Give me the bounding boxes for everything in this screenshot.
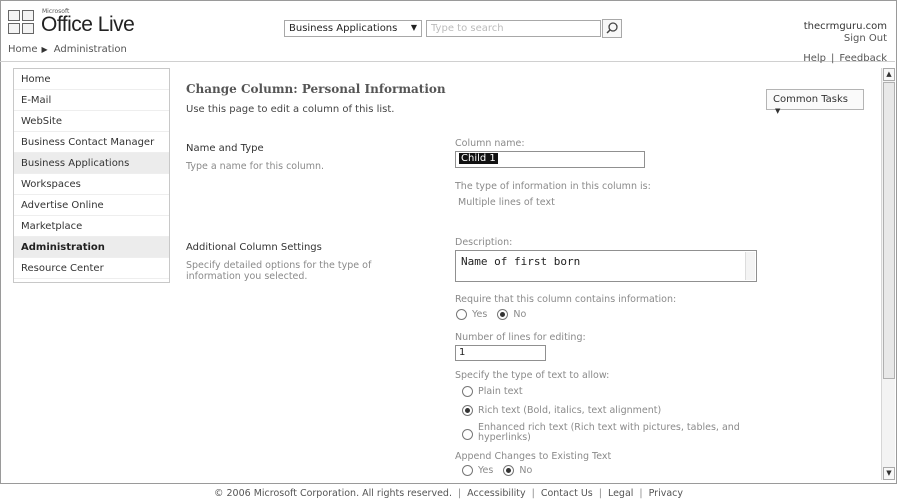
divider: | bbox=[531, 488, 535, 499]
dropdown-arrow-icon: ▼ bbox=[410, 23, 417, 32]
require-yes-label: Yes bbox=[472, 309, 488, 320]
require-radio-group: Yes No bbox=[456, 309, 536, 320]
section-desc-name-type: Type a name for this column. bbox=[186, 161, 325, 172]
sidebar: Home E-Mail WebSite Business Contact Man… bbox=[13, 68, 170, 283]
header-links: Help | Feedback bbox=[803, 53, 887, 65]
type-info-label: The type of information in this column i… bbox=[455, 181, 651, 192]
divider: | bbox=[457, 488, 462, 499]
breadcrumb: Home ▶ Administration bbox=[8, 44, 127, 55]
sidebar-item-marketplace[interactable]: Marketplace bbox=[14, 216, 169, 237]
description-textarea[interactable]: Name of first born bbox=[455, 250, 757, 282]
require-label: Require that this column contains inform… bbox=[455, 294, 677, 305]
page-scrollbar[interactable]: ▲ ▼ bbox=[881, 68, 895, 480]
textarea-scrollbar[interactable] bbox=[745, 252, 755, 280]
user-area: thecrmguru.com Sign Out Help | Feedback bbox=[803, 21, 887, 64]
sidebar-item-administration[interactable]: Administration bbox=[14, 237, 169, 258]
section-desc-line-1: Specify detailed options for the type of bbox=[186, 260, 372, 271]
footer-link-privacy[interactable]: Privacy bbox=[649, 488, 683, 499]
main-content: Change Column: Personal Information Use … bbox=[178, 68, 881, 480]
sidebar-item-business-applications[interactable]: Business Applications bbox=[14, 153, 169, 174]
rich-text-option: Rich text (Bold, italics, text alignment… bbox=[462, 405, 661, 416]
office-logo-icon bbox=[8, 10, 36, 36]
section-title-name-type: Name and Type bbox=[186, 143, 264, 154]
column-name-input[interactable]: Child 1 bbox=[455, 151, 645, 168]
breadcrumb-arrow-icon: ▶ bbox=[41, 45, 48, 54]
require-no-radio[interactable] bbox=[497, 309, 509, 320]
search-scope-value: Business Applications bbox=[289, 23, 398, 34]
divider: | bbox=[639, 488, 643, 499]
footer-link-contact-us[interactable]: Contact Us bbox=[541, 488, 593, 499]
plain-text-radio[interactable] bbox=[462, 386, 473, 397]
header: Microsoft Office Live Home ▶ Administratio… bbox=[0, 0, 895, 64]
footer-link-legal[interactable]: Legal bbox=[608, 488, 633, 499]
require-yes-radio[interactable] bbox=[456, 309, 467, 320]
column-name-label: Column name: bbox=[455, 138, 525, 149]
section-desc-line-2: information you selected. bbox=[186, 271, 308, 282]
rich-text-radio[interactable] bbox=[462, 405, 473, 416]
sidebar-item-advertise-online[interactable]: Advertise Online bbox=[14, 195, 169, 216]
append-label: Append Changes to Existing Text bbox=[455, 451, 612, 462]
footer-link-accessibility[interactable]: Accessibility bbox=[467, 488, 525, 499]
page-title: Change Column: Personal Information bbox=[186, 82, 446, 96]
enhanced-text-option bbox=[462, 429, 478, 440]
append-no-label: No bbox=[519, 465, 533, 476]
help-link[interactable]: Help bbox=[803, 53, 826, 64]
lines-value: 1 bbox=[459, 347, 466, 358]
breadcrumb-home[interactable]: Home bbox=[8, 44, 38, 55]
lines-input[interactable]: 1 bbox=[455, 345, 546, 361]
plain-text-label: Plain text bbox=[478, 386, 523, 397]
lines-label: Number of lines for editing: bbox=[455, 332, 586, 343]
common-tasks-label: Common Tasks bbox=[773, 94, 849, 105]
type-info-value: Multiple lines of text bbox=[458, 197, 555, 208]
scroll-up-icon[interactable]: ▲ bbox=[883, 68, 895, 81]
common-tasks-button[interactable]: Common Tasks ▼ bbox=[766, 89, 864, 115]
rich-text-label: Rich text (Bold, italics, text alignment… bbox=[478, 405, 662, 416]
append-yes-radio[interactable] bbox=[462, 465, 473, 476]
section-title-additional: Additional Column Settings bbox=[186, 242, 322, 253]
page-subtitle: Use this page to edit a column of this l… bbox=[186, 104, 395, 115]
description-label: Description: bbox=[455, 237, 513, 248]
sidebar-item-workspaces[interactable]: Workspaces bbox=[14, 174, 169, 195]
search-scope-select[interactable]: Business Applications ▼ bbox=[284, 20, 422, 37]
search-input[interactable]: Type to search bbox=[426, 20, 601, 37]
description-value: Name of first born bbox=[461, 255, 581, 268]
enhanced-text-label-2: hyperlinks) bbox=[478, 432, 531, 443]
enhanced-text-radio[interactable] bbox=[462, 429, 473, 440]
search-button[interactable] bbox=[602, 19, 622, 38]
sidebar-item-home[interactable]: Home bbox=[14, 69, 169, 90]
sidebar-item-business-contact-manager[interactable]: Business Contact Manager bbox=[14, 132, 169, 153]
text-type-label: Specify the type of text to allow: bbox=[455, 370, 610, 381]
scroll-down-icon[interactable]: ▼ bbox=[883, 467, 895, 480]
append-radio-group: Yes No bbox=[462, 465, 542, 476]
divider: | bbox=[598, 488, 602, 499]
user-name: thecrmguru.com bbox=[803, 21, 887, 32]
append-no-radio[interactable] bbox=[503, 465, 515, 476]
breadcrumb-administration[interactable]: Administration bbox=[54, 44, 127, 55]
chevron-down-icon: ▼ bbox=[775, 107, 781, 115]
logo-text: Office Live bbox=[41, 13, 135, 36]
copyright-text: © 2006 Microsoft Corporation. All rights… bbox=[213, 488, 452, 499]
sidebar-item-resource-center[interactable]: Resource Center bbox=[14, 258, 169, 279]
column-name-value: Child 1 bbox=[459, 153, 498, 164]
search-icon bbox=[602, 19, 622, 38]
sidebar-item-email[interactable]: E-Mail bbox=[14, 90, 169, 111]
feedback-link[interactable]: Feedback bbox=[839, 53, 887, 64]
append-yes-label: Yes bbox=[478, 465, 494, 476]
office-live-logo[interactable]: Microsoft Office Live bbox=[8, 6, 168, 38]
footer: © 2006 Microsoft Corporation. All rights… bbox=[0, 488, 897, 499]
sign-out-link[interactable]: Sign Out bbox=[804, 33, 887, 45]
require-no-label: No bbox=[513, 309, 527, 320]
sidebar-item-website[interactable]: WebSite bbox=[14, 111, 169, 132]
plain-text-option: Plain text bbox=[462, 386, 523, 397]
divider: | bbox=[831, 53, 835, 64]
scrollbar-thumb[interactable] bbox=[883, 82, 895, 379]
